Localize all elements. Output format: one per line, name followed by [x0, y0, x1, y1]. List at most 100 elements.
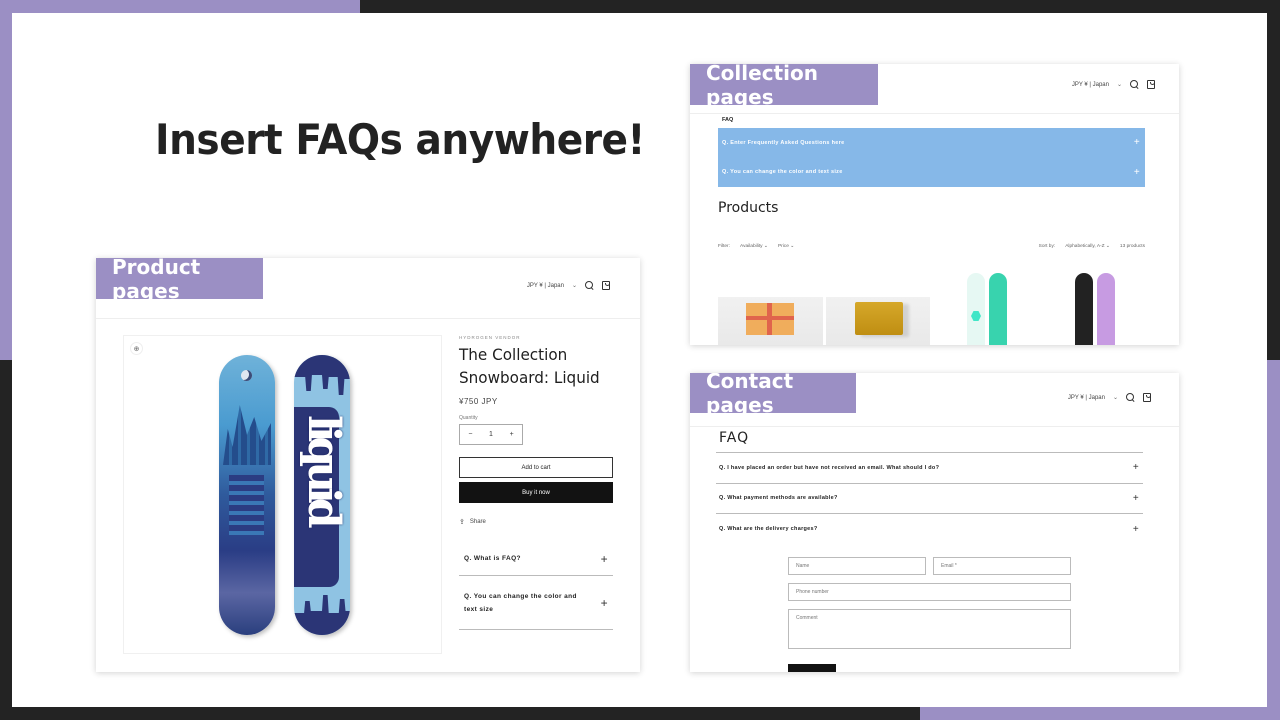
contact-faq-list: Q. I have placed an order but have not r…: [716, 452, 1143, 545]
filter-availability[interactable]: Availability ⌄: [740, 244, 768, 249]
snowboard-base-image: liquid: [294, 355, 350, 635]
faq-title: FAQ: [722, 117, 734, 123]
magnify-icon[interactable]: ⊕: [130, 342, 143, 355]
product-info: HYDROGEN VENDOR The Collection Snowboard…: [459, 335, 613, 630]
store-header-tools: JPY ¥ | Japan ⌄: [527, 281, 610, 290]
faq-question: Q. What payment methods are available?: [719, 495, 838, 502]
product-title-line: The Collection Snowboard: Liquid: [459, 345, 600, 387]
locale-selector[interactable]: JPY ¥ | Japan: [527, 283, 564, 289]
contact-pages-tag: Contact pages: [690, 373, 856, 417]
plus-icon: +: [600, 551, 608, 566]
chevron-down-icon: ⌄: [1116, 82, 1122, 88]
plus-icon: +: [1132, 523, 1139, 535]
send-button[interactable]: [788, 664, 836, 672]
trees-graphic: [223, 405, 271, 465]
filter-price[interactable]: Price ⌄: [778, 244, 794, 249]
product-tile-lilac-snowboard[interactable]: [1041, 269, 1146, 345]
collection-faq-list: Q. Enter Frequently Asked Questions here…: [718, 128, 1145, 187]
name-field[interactable]: Name: [788, 557, 926, 575]
drip-graphic: [294, 355, 350, 395]
snowboard-top-image: [219, 355, 275, 635]
faq-question: Q. Enter Frequently Asked Questions here: [722, 139, 845, 146]
header-divider: [690, 426, 1179, 427]
comment-field[interactable]: Comment: [788, 609, 1071, 649]
moon-graphic: [241, 370, 252, 381]
header-divider: [690, 113, 1179, 114]
contact-page-screenshot: Contact pages JPY ¥ | Japan ⌄ FAQ Q. I h…: [690, 373, 1179, 672]
faq-question: Q. I have placed an order but have not r…: [719, 464, 940, 471]
add-to-cart-button[interactable]: Add to cart: [459, 457, 613, 478]
plus-icon: +: [600, 595, 608, 610]
store-header-tools: JPY ¥ | Japan ⌄: [1072, 80, 1155, 89]
gift-card-image: [746, 303, 794, 335]
sort-select[interactable]: Alphabetically, A-Z ⌄: [1065, 244, 1110, 249]
board-wordmark: liquid: [298, 415, 349, 523]
snowboard-image: [1074, 273, 1093, 345]
locale-selector[interactable]: JPY ¥ | Japan: [1072, 82, 1109, 88]
quantity-decrease-button[interactable]: −: [468, 431, 472, 438]
faq-title: FAQ: [719, 430, 750, 446]
product-tile-gift-card[interactable]: [718, 269, 823, 345]
product-title: The Collection Snowboard: Liquid: [459, 343, 605, 389]
search-icon[interactable]: [1130, 80, 1139, 89]
quantity-stepper[interactable]: − 1 +: [459, 424, 523, 445]
plus-icon: +: [1132, 462, 1139, 474]
quantity-increase-button[interactable]: +: [510, 431, 514, 438]
faq-question: Q. What is FAQ?: [464, 555, 521, 562]
collection-pages-tag: Collection pages: [690, 64, 878, 109]
faq-item[interactable]: Q. I have placed an order but have not r…: [716, 453, 1143, 484]
cart-icon[interactable]: [1147, 80, 1155, 89]
snowboard-image: [989, 273, 1007, 345]
faq-item[interactable]: Q. What are the delivery charges? +: [716, 514, 1143, 545]
share-button[interactable]: ⇪ Share: [459, 518, 613, 526]
product-media: ⊕ liquid: [123, 335, 442, 654]
share-icon: ⇪: [459, 519, 465, 526]
product-faq-list: Q. What is FAQ? + Q. You can change the …: [459, 542, 613, 630]
phone-field[interactable]: Phone number: [788, 583, 1071, 601]
chevron-down-icon: ⌄: [1112, 395, 1118, 401]
product-count: 13 products: [1119, 244, 1145, 249]
collection-heading: Products: [718, 200, 779, 216]
filter-label: Filter:: [718, 244, 730, 249]
buy-now-button[interactable]: Buy it now: [459, 482, 613, 503]
product-tile-wax[interactable]: [825, 269, 930, 345]
wax-image: [854, 302, 903, 335]
headline: Insert FAQs anywhere!: [155, 115, 645, 164]
cart-icon[interactable]: [602, 281, 610, 290]
search-icon[interactable]: [1126, 393, 1135, 402]
faq-question: Q. You can change the color and text siz…: [464, 592, 577, 613]
drip-graphic: [294, 595, 350, 635]
store-header-tools: JPY ¥ | Japan ⌄: [1068, 393, 1151, 402]
faq-item[interactable]: Q. What payment methods are available? +: [716, 484, 1143, 514]
river-graphic: [229, 475, 264, 535]
faq-item[interactable]: Q. What is FAQ? +: [459, 542, 613, 576]
product-pages-tag: Product pages: [96, 258, 263, 303]
quantity-label: Quantity: [459, 415, 478, 421]
faq-question: Q. You can change the color and text siz…: [722, 169, 843, 176]
snowboard-image: [1096, 273, 1115, 345]
product-page-screenshot: Product pages JPY ¥ | Japan ⌄ ⊕ liquid H…: [96, 258, 640, 672]
snowboard-image: [967, 273, 985, 345]
cart-icon[interactable]: [1143, 393, 1151, 402]
plus-icon: +: [1133, 166, 1140, 178]
share-label: Share: [469, 519, 486, 525]
filter-bar: Filter: Availability ⌄ Price ⌄ Sort by: …: [718, 244, 1145, 249]
header-divider: [96, 318, 640, 319]
plus-icon: +: [1133, 137, 1140, 149]
search-icon[interactable]: [585, 281, 594, 290]
faq-question: Q. What are the delivery charges?: [719, 526, 818, 533]
quantity-value[interactable]: 1: [489, 431, 493, 438]
faq-item[interactable]: Q. Enter Frequently Asked Questions here…: [718, 128, 1145, 158]
product-vendor: HYDROGEN VENDOR: [459, 335, 521, 340]
sort-label: Sort by:: [1038, 244, 1056, 249]
chevron-down-icon: ⌄: [571, 283, 577, 289]
product-price: ¥750 JPY: [459, 397, 498, 406]
collection-page-screenshot: Collection pages JPY ¥ | Japan ⌄ FAQ Q. …: [690, 64, 1179, 345]
product-tile-mint-snowboard[interactable]: [933, 269, 1038, 345]
plus-icon: +: [1132, 492, 1139, 504]
faq-item[interactable]: Q. You can change the color and text siz…: [718, 158, 1145, 188]
faq-item[interactable]: Q. You can change the color and text siz…: [459, 576, 613, 630]
locale-selector[interactable]: JPY ¥ | Japan: [1068, 395, 1105, 401]
product-grid: [718, 269, 1145, 345]
email-field[interactable]: Email *: [933, 557, 1071, 575]
